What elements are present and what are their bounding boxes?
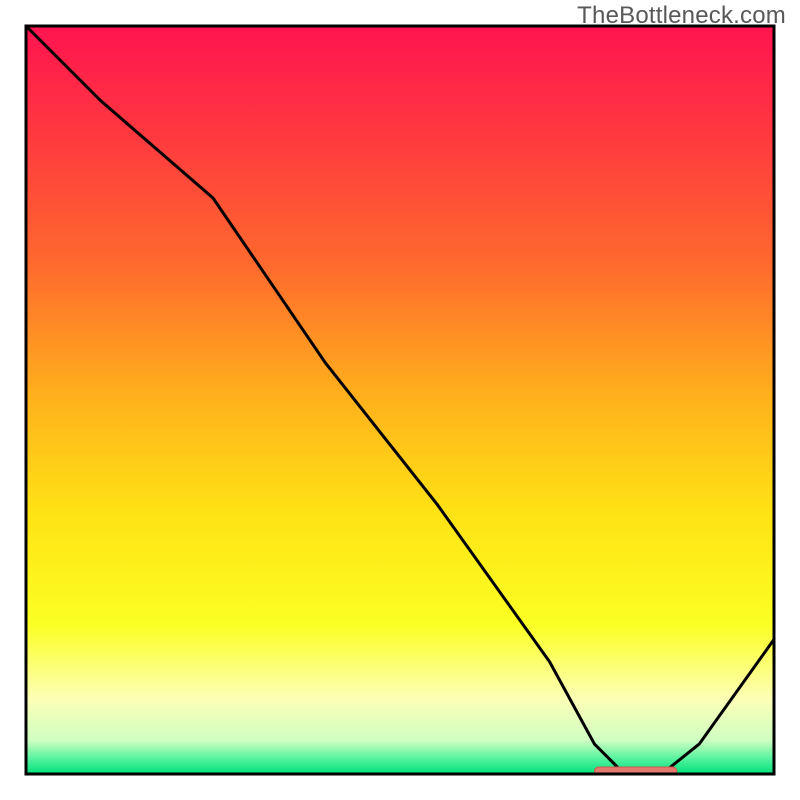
gradient-background	[26, 26, 774, 774]
chart-svg	[0, 0, 800, 800]
plot-area	[26, 26, 774, 775]
chart-container: TheBottleneck.com	[0, 0, 800, 800]
